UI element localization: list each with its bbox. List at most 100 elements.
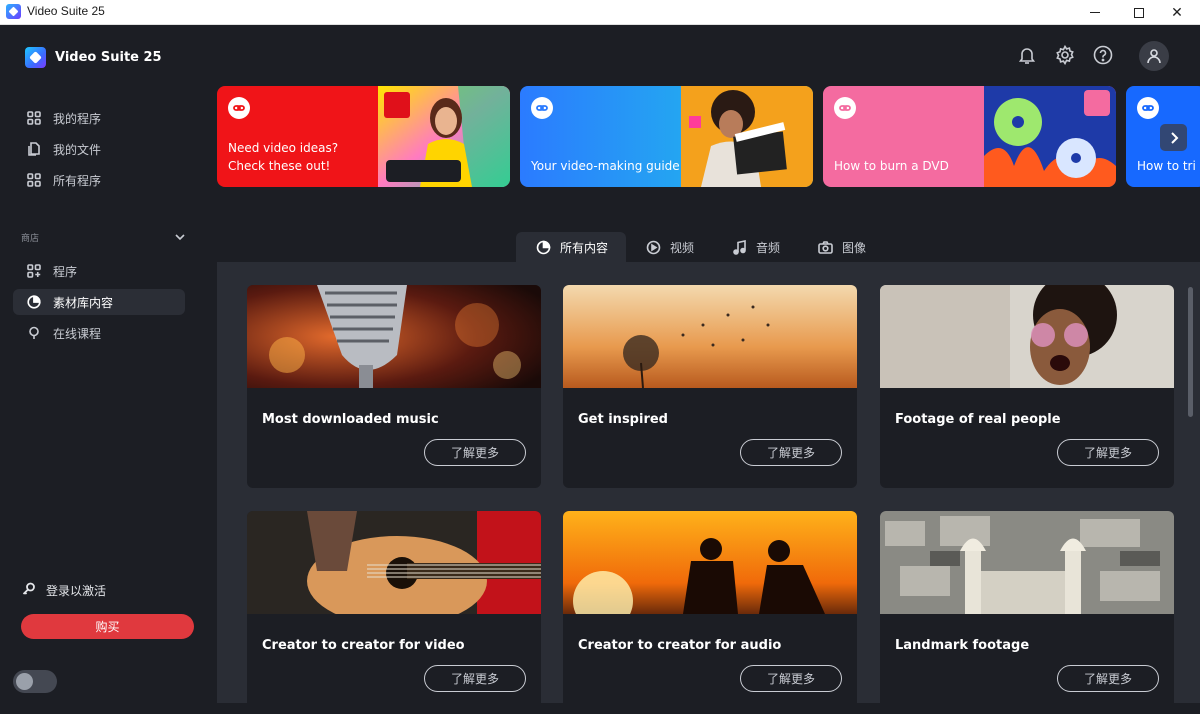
sidebar-item-online-courses[interactable]: 在线课程 xyxy=(13,320,185,346)
card-title: Most downloaded music xyxy=(262,412,439,427)
link-icon xyxy=(228,97,250,119)
learn-more-button[interactable]: 了解更多 xyxy=(740,439,842,466)
camera-icon xyxy=(818,240,833,254)
card-thumbnail-woman xyxy=(880,285,1174,388)
banner-burn-dvd[interactable]: How to burn a DVD xyxy=(823,86,1116,187)
link-icon xyxy=(531,97,553,119)
store-nav: 程序 素材库内容 在线课程 xyxy=(13,258,185,351)
content-tabs: 所有内容 视频 音频 图像 xyxy=(516,232,884,262)
card-title: Footage of real people xyxy=(895,412,1061,427)
sidebar-item-my-files[interactable]: 我的文件 xyxy=(13,136,185,162)
pie-icon xyxy=(536,240,551,254)
close-icon: ✕ xyxy=(1171,4,1183,21)
banner-image xyxy=(378,86,510,187)
minimize-button[interactable] xyxy=(1072,0,1118,25)
card-landmark-footage[interactable]: Landmark footage 了解更多 xyxy=(880,511,1174,714)
bulb-icon xyxy=(27,326,41,340)
card-footage-real-people[interactable]: Footage of real people 了解更多 xyxy=(880,285,1174,488)
tab-video[interactable]: 视频 xyxy=(626,232,712,262)
store-section-label: 商店 xyxy=(21,234,40,244)
chevron-right-icon xyxy=(1170,131,1178,144)
grid-icon xyxy=(27,173,41,187)
card-title: Landmark footage xyxy=(895,638,1030,653)
sidebar-item-stock-content[interactable]: 素材库内容 xyxy=(13,289,185,315)
pie-icon xyxy=(27,295,41,309)
link-icon xyxy=(834,97,856,119)
settings-button[interactable] xyxy=(1054,44,1076,66)
sidebar-item-all-programs[interactable]: 所有程序 xyxy=(13,167,185,193)
brand-logo-icon xyxy=(25,47,46,68)
app-logo-icon xyxy=(6,4,21,19)
banner-text: Need video ideas? Check these out! xyxy=(228,141,339,173)
banner-video-guide[interactable]: Your video-making guide xyxy=(520,86,813,187)
toggle-knob xyxy=(16,673,33,690)
user-icon xyxy=(1147,49,1161,64)
sidebar-item-label: 我的文件 xyxy=(53,142,102,157)
card-most-downloaded-music[interactable]: Most downloaded music 了解更多 xyxy=(247,285,541,488)
banner-video-ideas[interactable]: Need video ideas? Check these out! xyxy=(217,86,510,187)
sidebar-item-label: 我的程序 xyxy=(53,111,102,126)
card-get-inspired[interactable]: Get inspired 了解更多 xyxy=(563,285,857,488)
login-label: 登录以激活 xyxy=(46,584,107,598)
banner-text: How to tri xyxy=(1137,159,1196,173)
banner-text: How to burn a DVD xyxy=(834,159,949,173)
card-thumbnail-sunset-musicians xyxy=(563,511,857,614)
minimize-icon xyxy=(1090,12,1100,13)
tab-all-content[interactable]: 所有内容 xyxy=(516,232,627,262)
card-thumbnail-guitar xyxy=(247,511,541,614)
sidebar-item-label: 素材库内容 xyxy=(53,295,114,310)
chevron-down-icon[interactable] xyxy=(174,228,186,247)
window-titlebar: Video Suite 25 ✕ xyxy=(0,0,1200,25)
music-note-icon xyxy=(733,239,746,255)
play-circle-icon xyxy=(646,240,661,254)
grid-plus-icon xyxy=(27,264,41,278)
help-button[interactable] xyxy=(1092,44,1114,66)
learn-more-button[interactable]: 了解更多 xyxy=(740,665,842,692)
banner-image xyxy=(984,86,1116,187)
window-title: Video Suite 25 xyxy=(27,4,105,18)
card-title: Creator to creator for audio xyxy=(578,638,782,653)
key-icon xyxy=(22,582,36,599)
card-thumbnail-city xyxy=(880,511,1174,614)
sidebar-item-label: 所有程序 xyxy=(53,173,102,188)
card-thumbnail-microphone xyxy=(247,285,541,388)
card-creator-video[interactable]: Creator to creator for video 了解更多 xyxy=(247,511,541,714)
theme-toggle[interactable] xyxy=(13,670,57,693)
sidebar-item-label: 程序 xyxy=(53,264,78,279)
brand[interactable]: Video Suite 25 xyxy=(25,47,162,68)
main-nav: 我的程序 我的文件 所有程序 xyxy=(13,105,185,198)
account-button[interactable] xyxy=(1139,41,1169,71)
grid-icon xyxy=(27,111,41,125)
card-title: Get inspired xyxy=(578,412,668,427)
banner-text: Your video-making guide xyxy=(531,159,680,173)
tab-label: 视频 xyxy=(670,240,695,255)
tab-label: 音频 xyxy=(756,240,781,255)
scrollbar-thumb[interactable] xyxy=(1188,287,1193,417)
sidebar-item-label: 在线课程 xyxy=(53,326,102,341)
sidebar-item-my-programs[interactable]: 我的程序 xyxy=(13,105,185,131)
learn-more-button[interactable]: 了解更多 xyxy=(1057,665,1159,692)
sidebar-item-programs[interactable]: 程序 xyxy=(13,258,185,284)
maximize-icon xyxy=(1134,7,1144,18)
help-icon xyxy=(1093,45,1113,65)
learn-more-button[interactable]: 了解更多 xyxy=(424,665,526,692)
bell-icon xyxy=(1018,48,1036,64)
close-button[interactable]: ✕ xyxy=(1154,0,1200,25)
notifications-button[interactable] xyxy=(1016,44,1038,66)
gear-icon xyxy=(1056,45,1074,65)
brand-name: Video Suite 25 xyxy=(55,50,162,65)
banner-next-button[interactable] xyxy=(1160,124,1187,151)
files-icon xyxy=(27,142,41,156)
learn-more-button[interactable]: 了解更多 xyxy=(424,439,526,466)
login-link[interactable]: 登录以激活 xyxy=(22,582,106,599)
learn-more-button[interactable]: 了解更多 xyxy=(1057,439,1159,466)
tab-audio[interactable]: 音频 xyxy=(712,232,798,262)
banner-image xyxy=(681,86,813,187)
tab-label: 所有内容 xyxy=(560,240,609,255)
card-thumbnail-dandelion xyxy=(563,285,857,388)
card-creator-audio[interactable]: Creator to creator for audio 了解更多 xyxy=(563,511,857,714)
buy-button[interactable]: 购买 xyxy=(21,614,194,639)
sidebar: Video Suite 25 我的程序 我的文件 所有程序 商店 程序 素材库内… xyxy=(0,25,216,703)
tab-images[interactable]: 图像 xyxy=(798,232,884,262)
card-title: Creator to creator for video xyxy=(262,638,465,653)
